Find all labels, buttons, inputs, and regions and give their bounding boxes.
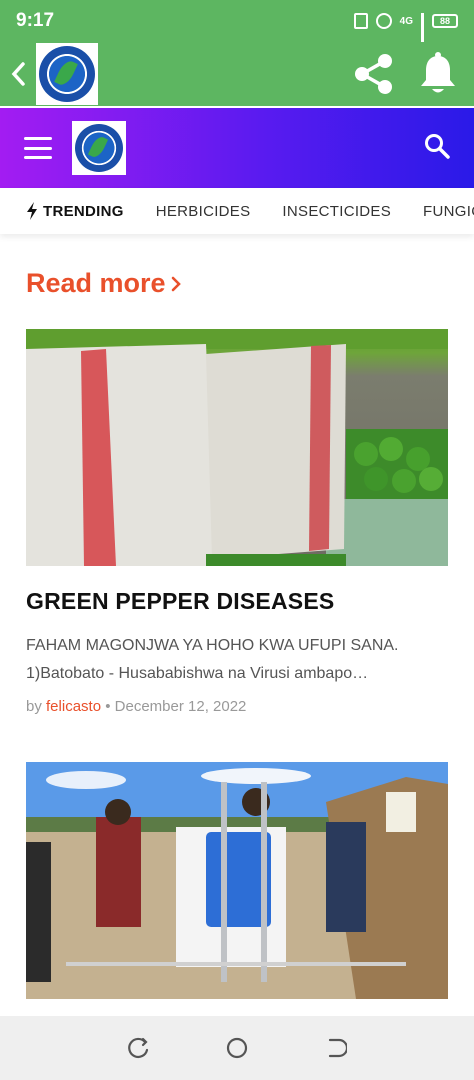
recent-apps-icon[interactable]: [127, 1036, 151, 1060]
sacks-photo: [26, 329, 448, 566]
status-time: 9:17: [16, 10, 55, 31]
app-logo: [36, 43, 98, 105]
vibrate-icon: [353, 13, 368, 29]
app-bar: [0, 42, 474, 106]
tab-insecticides[interactable]: INSECTICIDES: [282, 203, 391, 220]
back-button[interactable]: [0, 42, 36, 106]
bell-icon: [421, 52, 455, 93]
battery-icon: 88: [432, 14, 458, 28]
share-button[interactable]: [352, 52, 396, 96]
post-date: December 12, 2022: [114, 698, 247, 715]
signal-icon: [421, 13, 424, 50]
tab-trending-label: TRENDING: [43, 202, 124, 220]
site-header: [0, 108, 474, 188]
chevron-left-icon: [11, 62, 25, 86]
share-icon: [355, 54, 392, 94]
post-excerpt: FAHAM MAGONJWA YA HOHO KWA UFUPI SANA. 1…: [26, 637, 399, 682]
hotspot-icon: [375, 13, 392, 29]
system-nav-bar: [0, 1016, 474, 1080]
lightning-icon: [27, 202, 37, 220]
post-image[interactable]: [26, 329, 448, 566]
meta-separator: •: [105, 698, 111, 715]
tab-fungicides[interactable]: FUNGIC: [423, 203, 474, 220]
site-logo[interactable]: [72, 121, 126, 175]
home-icon[interactable]: [225, 1036, 249, 1060]
post-meta: by felicasto • December 12, 2022: [26, 698, 246, 715]
status-icons: 4G 88: [353, 13, 458, 50]
read-more-link[interactable]: Read more: [26, 268, 182, 299]
read-more-label: Read more: [26, 268, 166, 298]
chevron-right-icon: [171, 276, 181, 291]
post-image[interactable]: [26, 762, 448, 999]
tab-trending[interactable]: TRENDING: [26, 202, 124, 220]
search-icon: [425, 133, 450, 159]
network-type: 4G: [399, 15, 413, 27]
post-author[interactable]: felicasto: [46, 698, 101, 715]
category-tabs: TRENDING HERBICIDES INSECTICIDES FUNGIC: [0, 188, 474, 234]
tab-herbicides[interactable]: HERBICIDES: [156, 203, 251, 220]
post-title[interactable]: GREEN PEPPER DISEASES: [26, 588, 334, 615]
notifications-button[interactable]: [416, 52, 460, 96]
back-nav-icon[interactable]: [323, 1036, 347, 1060]
by-label: by: [26, 698, 42, 715]
search-button[interactable]: [424, 133, 450, 164]
sprayer-photo: [26, 762, 448, 999]
hamburger-menu-icon[interactable]: [24, 137, 52, 159]
status-bar: 9:17 4G 88: [0, 0, 474, 50]
